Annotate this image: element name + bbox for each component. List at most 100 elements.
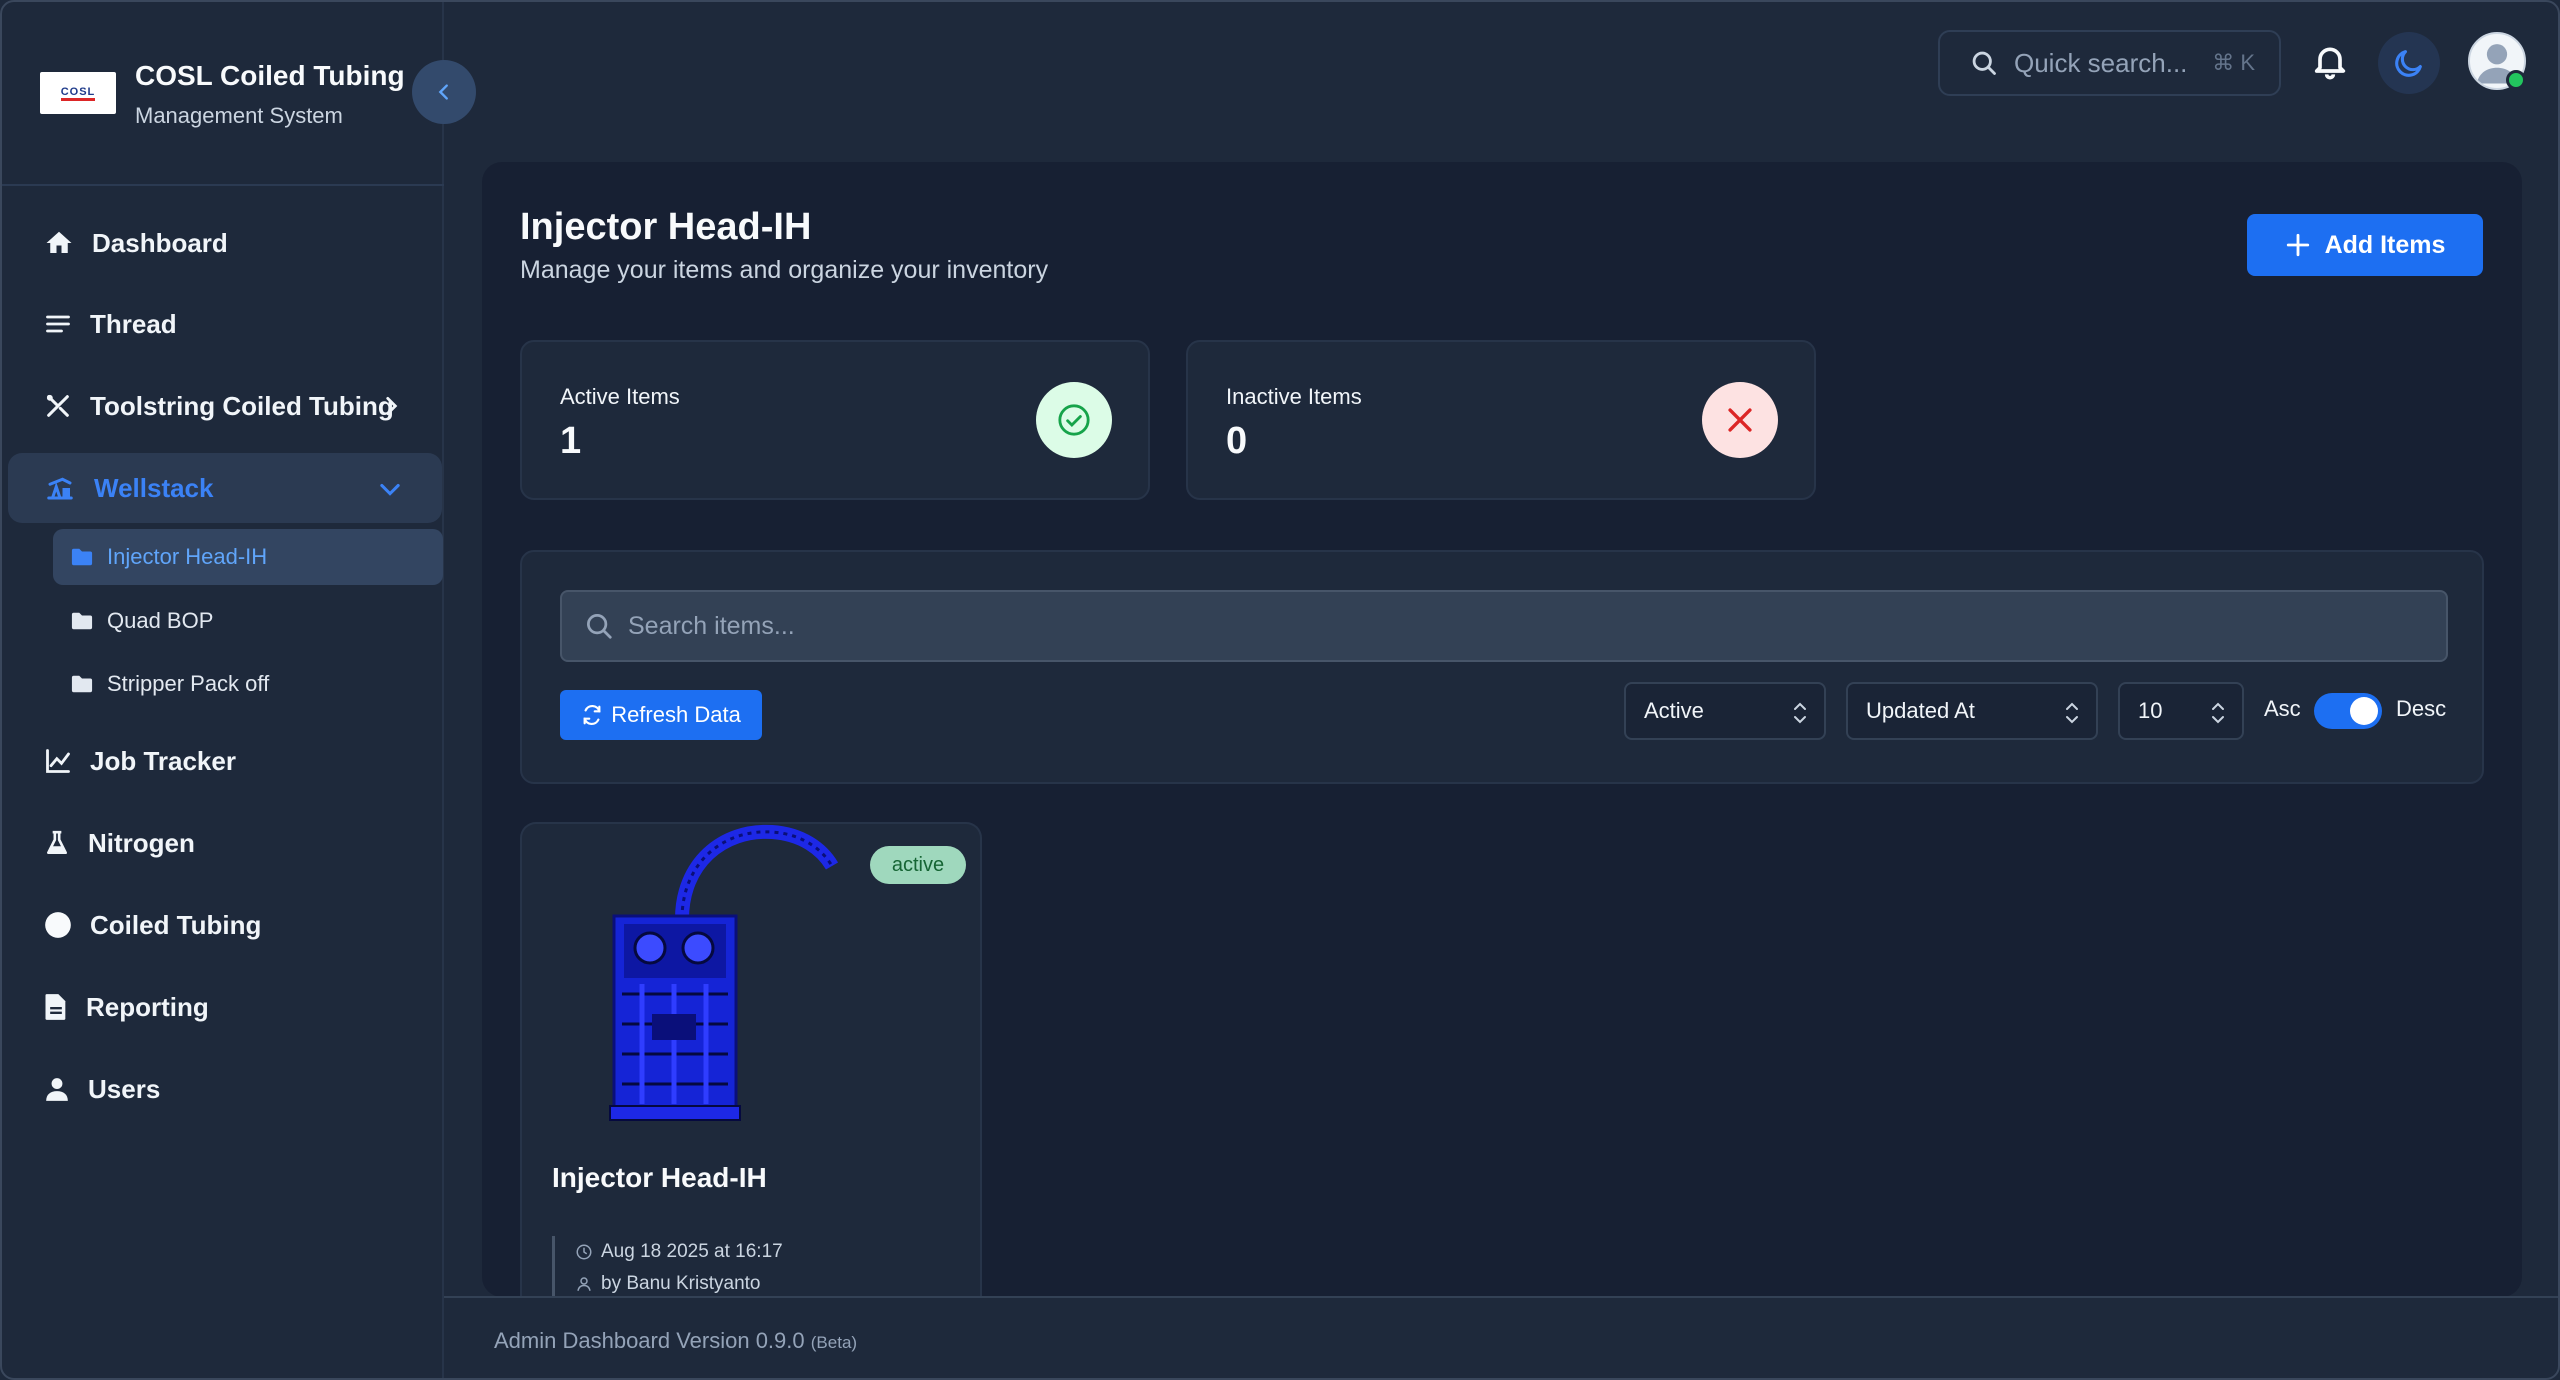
sort-by-select[interactable]: Updated At	[1846, 682, 2098, 740]
sidebar-item-thread[interactable]: Thread	[8, 289, 442, 359]
filter-panel: Refresh Data Active Updated At 10 Asc De…	[520, 550, 2484, 784]
sidebar-item-label: Reporting	[86, 991, 209, 1022]
inactive-items-label: Inactive Items	[1226, 384, 1362, 409]
search-items-field[interactable]	[560, 590, 2448, 662]
sidebar-item-label: Thread	[90, 308, 177, 339]
sidebar-collapse-button[interactable]	[412, 60, 476, 124]
item-card-title[interactable]: Injector Head-IH	[552, 1162, 767, 1194]
file-icon	[45, 994, 66, 1020]
search-icon	[1972, 51, 1996, 75]
quick-search[interactable]: Quick search... ⌘ K	[1938, 30, 2281, 96]
footer-beta-text: (Beta)	[810, 1333, 858, 1352]
page-title: Injector Head-IH	[520, 206, 812, 248]
home-icon	[46, 231, 72, 253]
folder-icon	[71, 675, 93, 693]
status-select[interactable]: Active	[1624, 682, 1826, 740]
chart-line-icon	[46, 749, 70, 773]
chevron-down-icon	[380, 483, 400, 496]
active-items-value: 1	[560, 420, 582, 462]
sidebar-item-label: Users	[88, 1073, 161, 1104]
sidebar-subitem-injector-head[interactable]: Injector Head-IH	[53, 529, 443, 585]
chevron-up-down-icon	[2066, 702, 2078, 724]
status-badge: active	[870, 846, 966, 884]
folder-icon	[71, 612, 93, 630]
brand-logo[interactable]: COSL	[40, 72, 116, 114]
sidebar-item-users[interactable]: Users	[8, 1054, 442, 1124]
page-subtitle: Manage your items and organize your inve…	[520, 256, 1049, 284]
theme-toggle-button[interactable]	[2378, 32, 2440, 94]
chevron-up-down-icon	[1794, 702, 1806, 724]
sidebar-item-reporting[interactable]: Reporting	[8, 972, 442, 1042]
item-card-meta: Aug 18 2025 at 16:17 by Banu Kristyanto	[552, 1236, 783, 1300]
brand-title: COSL Coiled Tubing	[135, 60, 405, 91]
active-items-card: Active Items 1	[520, 340, 1150, 500]
moon-icon	[2395, 50, 2422, 77]
list-icon	[46, 315, 70, 333]
refresh-icon	[583, 704, 601, 726]
sidebar-item-label: Nitrogen	[88, 827, 195, 858]
x-icon	[1702, 382, 1778, 458]
sidebar-item-job-tracker[interactable]: Job Tracker	[8, 726, 442, 796]
sidebar-subitem-stripper-pack-off[interactable]: Stripper Pack off	[53, 656, 443, 712]
online-status-dot	[2506, 70, 2526, 90]
item-card[interactable]: active	[520, 822, 982, 1297]
flask-icon	[47, 830, 67, 855]
chevron-left-icon	[438, 84, 448, 100]
page-size-select-value: 10	[2138, 698, 2163, 723]
check-circle-icon	[1036, 382, 1112, 458]
bell-icon	[2314, 47, 2346, 80]
inactive-items-value: 0	[1226, 420, 1248, 462]
desc-label: Desc	[2396, 696, 2447, 721]
item-author-text: by Banu Kristyanto	[601, 1273, 761, 1294]
inactive-items-card: Inactive Items 0	[1186, 340, 1816, 500]
footer-version-text: Admin Dashboard Version 0.9.0	[494, 1328, 805, 1353]
sort-order-toggle[interactable]	[2314, 693, 2382, 729]
footer-version: Admin Dashboard Version 0.9.0 (Beta)	[494, 1328, 857, 1354]
sidebar-item-nitrogen[interactable]: Nitrogen	[8, 808, 442, 878]
user-icon	[46, 1078, 68, 1101]
keyboard-shortcut: ⌘ K	[2212, 50, 2255, 75]
clock-icon	[576, 1244, 592, 1260]
sidebar-subitem-label: Injector Head-IH	[107, 544, 268, 569]
plus-icon	[2286, 233, 2309, 257]
notifications-button[interactable]	[2310, 40, 2350, 87]
sidebar-subitem-label: Stripper Pack off	[107, 671, 270, 696]
sidebar-item-label: Toolstring Coiled Tubing	[90, 390, 394, 421]
refresh-data-label: Refresh Data	[611, 702, 741, 727]
add-items-label: Add Items	[2324, 230, 2446, 259]
sidebar-item-label: Wellstack	[94, 472, 214, 503]
sidebar-subitem-label: Quad BOP	[107, 608, 214, 633]
chevron-right-icon	[386, 397, 398, 415]
logo-text: COSL	[60, 86, 96, 101]
item-updated-text: Aug 18 2025 at 16:17	[601, 1241, 783, 1262]
footer: Admin Dashboard Version 0.9.0 (Beta)	[444, 1296, 2560, 1380]
sidebar-item-coiled-tubing[interactable]: Coiled Tubing	[8, 890, 442, 960]
page-size-select[interactable]: 10	[2118, 682, 2244, 740]
toggle-knob	[2350, 697, 2378, 725]
status-select-value: Active	[1644, 698, 1704, 723]
quick-search-placeholder: Quick search...	[2014, 47, 2188, 78]
sidebar-item-label: Dashboard	[92, 227, 228, 258]
tools-icon	[46, 394, 69, 417]
pumpjack-icon	[47, 477, 73, 500]
brand-subtitle: Management System	[135, 103, 343, 128]
user-icon	[577, 1277, 591, 1291]
active-items-label: Active Items	[560, 384, 680, 409]
sidebar-item-wellstack[interactable]: Wellstack	[8, 453, 442, 523]
sidebar-subitem-quad-bop[interactable]: Quad BOP	[53, 593, 443, 649]
chevron-up-down-icon	[2212, 702, 2224, 724]
folder-icon	[71, 548, 93, 566]
search-icon	[587, 614, 612, 639]
add-items-button[interactable]: Add Items	[2247, 214, 2483, 276]
refresh-data-button[interactable]: Refresh Data	[560, 690, 762, 740]
sidebar-item-label: Job Tracker	[90, 745, 236, 776]
sidebar: COSL COSL Coiled Tubing Management Syste…	[0, 0, 444, 1380]
injector-head-image	[582, 824, 842, 1139]
search-items-input[interactable]	[628, 611, 2328, 641]
sidebar-item-toolstring[interactable]: Toolstring Coiled Tubing	[8, 371, 442, 441]
circle-icon	[45, 912, 71, 938]
sidebar-item-dashboard[interactable]: Dashboard	[8, 208, 442, 278]
brand: COSL COSL Coiled Tubing Management Syste…	[0, 0, 444, 186]
main-panel: Injector Head-IH Manage your items and o…	[482, 162, 2522, 1297]
asc-label: Asc	[2264, 696, 2301, 721]
